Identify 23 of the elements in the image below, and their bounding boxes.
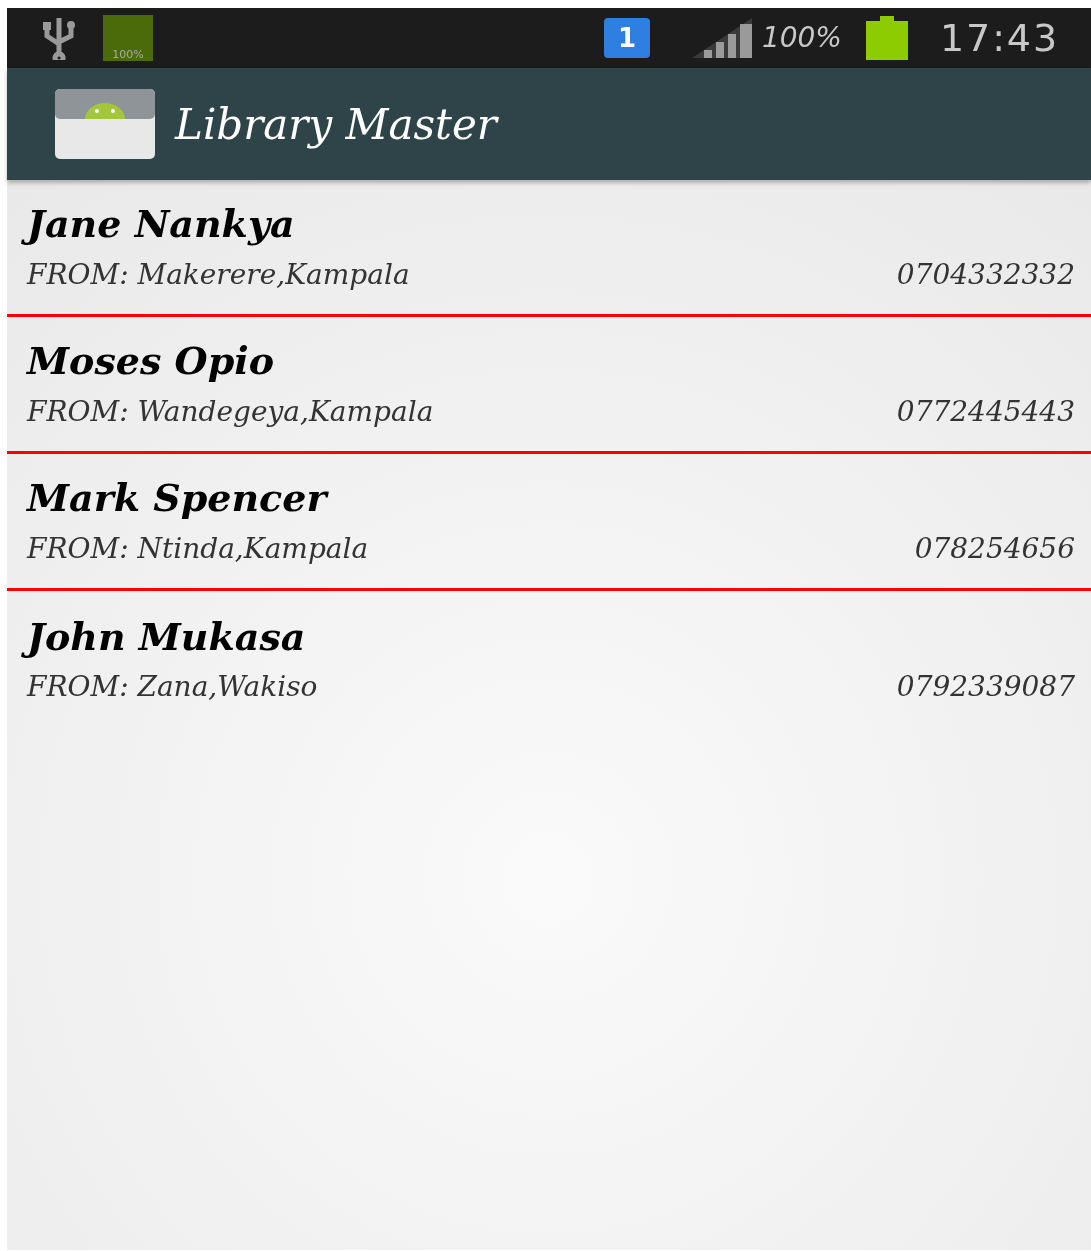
contact-row[interactable]: Jane Nankya FROM: Makerere,Kampala 0704332332 [7,180,1091,317]
notification-badge: 1 [603,18,650,58]
contact-name: John Mukasa [23,610,318,663]
battery-icon [866,16,908,60]
contact-name: Moses Opio [25,337,276,386]
clock: 17:43 [940,14,1059,62]
contact-name: Mark Spencer [25,474,330,523]
contact-row[interactable]: Mark Spencer FROM: Ntinda,Kampala 078254656 [7,454,1091,591]
contact-phone: 0704332332 [895,256,1076,293]
contact-location: FROM: Zana,Wakiso [25,669,319,706]
contact-location: FROM: Ntinda,Kampala [25,530,370,567]
contact-phone: 0772445443 [895,393,1076,430]
battery-percent: 100% [761,20,842,56]
contact-location: FROM: Makerere,Kampala [25,256,411,293]
app-icon [55,89,155,159]
storage-icon: 100% [103,15,153,61]
contact-location: FROM: Wandegeya,Kampala [25,393,435,430]
contact-phone: 078254656 [913,530,1076,567]
contact-row[interactable]: John Mukasa FROM: Zana,Wakiso 0792339087 [7,591,1091,728]
contact-row[interactable]: Moses Opio FROM: Wandegeya,Kampala 0772445443 [7,317,1091,454]
contact-phone: 0792339087 [895,669,1076,706]
contact-name: Jane Nankya [23,198,307,250]
app-title: Library Master [175,98,497,151]
